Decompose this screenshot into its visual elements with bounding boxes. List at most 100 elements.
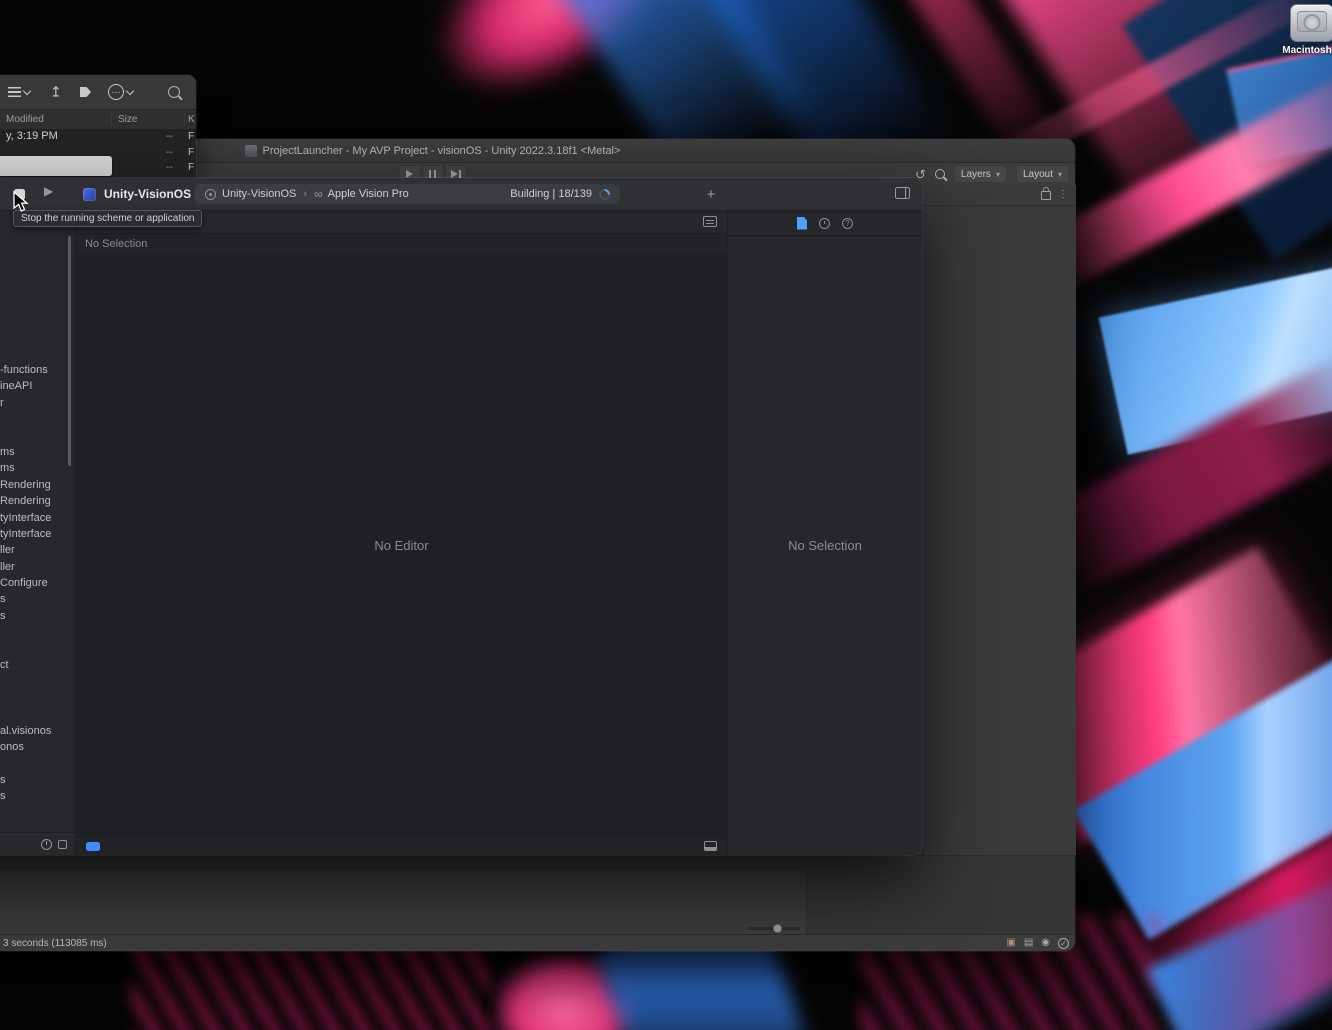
- navigator-file-item[interactable]: onos: [0, 739, 69, 755]
- disk-label: Macintosh H: [1282, 45, 1332, 56]
- ellipsis-icon: ⋯: [108, 84, 124, 100]
- file-inspector-tab-icon[interactable]: [797, 217, 807, 230]
- unity-bottom-panels: [0, 855, 1075, 936]
- navigator-file-item[interactable]: tyInterface: [0, 510, 69, 526]
- navigator-file-item[interactable]: Configure: [0, 575, 69, 591]
- navigator-file-item[interactable]: -functions: [0, 362, 69, 378]
- finder-cell-kind: F: [188, 162, 194, 173]
- inspector-body: No Selection: [728, 236, 922, 855]
- breadcrumb-device[interactable]: Apple Vision Pro: [328, 188, 409, 200]
- navigator-file-list: -functionsineAPIrmsmsRenderingRenderingt…: [0, 211, 69, 805]
- navigator-file-item[interactable]: Rendering: [0, 477, 69, 493]
- chevron-down-icon: [23, 86, 31, 94]
- scheme-name: Unity-VisionOS: [104, 187, 191, 201]
- navigator-file-item[interactable]: Rendering: [0, 493, 69, 509]
- run-button[interactable]: ▶: [44, 185, 53, 197]
- lock-icon[interactable]: [1041, 191, 1051, 200]
- navigator-file-item[interactable]: tyInterface: [0, 526, 69, 542]
- jump-bar[interactable]: No Selection: [76, 234, 727, 254]
- xcode-body: -functionsineAPIrmsmsRenderingRenderingt…: [0, 211, 922, 855]
- navigator-file-item[interactable]: ller: [0, 559, 69, 575]
- editor-placeholder: No Editor: [374, 538, 428, 553]
- debug-area-toggle-icon[interactable]: [704, 841, 717, 851]
- unity-project-panel: [0, 868, 807, 936]
- finder-toolbar: ↥ ⋯: [0, 75, 196, 110]
- navigator-file-item[interactable]: s: [0, 772, 69, 788]
- sidebar-scrollbar[interactable]: [68, 236, 71, 466]
- search-icon[interactable]: [935, 169, 945, 179]
- finder-cell-size: --: [166, 162, 173, 173]
- activity-status-icon[interactable]: ◉: [1041, 938, 1050, 948]
- unity-toolbar-right: ↺ Layers ▾ Layout ▾: [915, 165, 1069, 183]
- console-icon[interactable]: ▣: [1006, 938, 1015, 948]
- unity-window-title: ProjectLauncher - My AVP Project - visio…: [263, 145, 621, 157]
- navigator-file-item[interactable]: s: [0, 788, 69, 804]
- scheme-target-icon: [205, 189, 216, 200]
- layout-dropdown[interactable]: Layout ▾: [1016, 165, 1069, 183]
- navigator-file-item[interactable]: s: [0, 608, 69, 624]
- unity-status-bar[interactable]: 3 seconds (113085 ms) ▣ ▤ ◉ ✓: [0, 934, 1075, 951]
- navigator-file-item[interactable]: ller: [0, 542, 69, 558]
- tag-icon[interactable]: [80, 87, 91, 97]
- navigator-file-item[interactable]: ineAPI: [0, 378, 69, 394]
- column-header-modified[interactable]: Modified: [6, 110, 44, 129]
- more-actions-button[interactable]: ⋯: [108, 84, 133, 100]
- finder-cell-kind: F: [188, 131, 194, 142]
- slider-thumb[interactable]: [773, 924, 782, 933]
- activity-status-pill[interactable]: Unity-VisionOS › ∞ Apple Vision Pro Buil…: [195, 184, 620, 204]
- inspector-placeholder: No Selection: [788, 538, 862, 553]
- finder-row[interactable]: y, 3:19 PM--F: [0, 129, 196, 145]
- unity-inspector-strip: ⋮: [922, 185, 1076, 855]
- add-tab-button[interactable]: +: [700, 183, 722, 205]
- progress-badge: [86, 842, 100, 851]
- status-message: 3 seconds (113085 ms): [0, 938, 107, 949]
- inspector-tab-bar: ⋮: [923, 185, 1076, 206]
- xcode-editor-pane: No Selection No Editor: [76, 211, 727, 855]
- xcode-window: ▶ Unity-VisionOS Unity-VisionOS › ∞ Appl…: [0, 178, 922, 855]
- finder-cell-size: --: [166, 147, 173, 158]
- unity-project-icon: [245, 145, 257, 157]
- rename-field[interactable]: [0, 156, 112, 176]
- editor-area: No Editor: [76, 254, 727, 837]
- navigator-file-item[interactable]: ct: [0, 657, 69, 673]
- source-control-filter-icon[interactable]: [58, 840, 67, 849]
- macintosh-hd-desktop-icon[interactable]: Macintosh H: [1277, 4, 1332, 56]
- kebab-menu-icon[interactable]: ⋮: [1058, 190, 1068, 200]
- navigator-file-item[interactable]: ms: [0, 444, 69, 460]
- navigator-file-item[interactable]: s: [0, 591, 69, 607]
- navigator-file-item[interactable]: r: [0, 395, 69, 411]
- chevron-down-icon: [126, 86, 134, 94]
- tooltip: Stop the running scheme or application: [13, 210, 202, 227]
- progress-spinner: [597, 186, 613, 202]
- layers-dropdown[interactable]: Layers ▾: [954, 165, 1007, 183]
- xcode-navigator-sidebar: -functionsineAPIrmsmsRenderingRenderingt…: [0, 211, 76, 855]
- finder-cell-size: --: [166, 131, 173, 142]
- history-inspector-tab-icon[interactable]: [819, 218, 830, 229]
- hard-drive-icon: [1290, 4, 1332, 42]
- search-icon[interactable]: [168, 86, 180, 98]
- share-icon[interactable]: ↥: [50, 84, 62, 101]
- column-header-size[interactable]: Size: [118, 110, 137, 129]
- chevron-icon: ›: [303, 188, 307, 200]
- help-inspector-tab-icon[interactable]: ?: [842, 218, 853, 229]
- mouse-cursor: [13, 191, 29, 213]
- ok-status-icon[interactable]: ✓: [1058, 938, 1069, 949]
- navigator-file-item[interactable]: al.visionos: [0, 723, 69, 739]
- finder-window: ↥ ⋯ Modified Size K y, 3:19 PM--F--F--F: [0, 75, 196, 185]
- jump-bar-label: No Selection: [85, 238, 147, 250]
- column-header-kind[interactable]: K: [188, 110, 195, 129]
- asset-scale-slider[interactable]: [748, 924, 800, 933]
- layers-label: Layers: [961, 169, 991, 180]
- vision-pro-icon: ∞: [314, 188, 322, 200]
- editor-options-icon[interactable]: [703, 216, 717, 227]
- breadcrumb-scheme[interactable]: Unity-VisionOS: [222, 188, 296, 200]
- chevron-down-icon: ▾: [1058, 170, 1062, 179]
- navigator-filter-bar: [0, 832, 75, 855]
- scheme-chip[interactable]: Unity-VisionOS: [83, 184, 191, 204]
- navigator-file-item[interactable]: ms: [0, 460, 69, 476]
- layers-status-icon[interactable]: ▤: [1024, 938, 1033, 948]
- play-icon: [406, 170, 413, 178]
- view-options-button[interactable]: [8, 87, 30, 97]
- inspector-toggle-icon[interactable]: [895, 187, 910, 199]
- recent-filter-icon[interactable]: [41, 839, 52, 850]
